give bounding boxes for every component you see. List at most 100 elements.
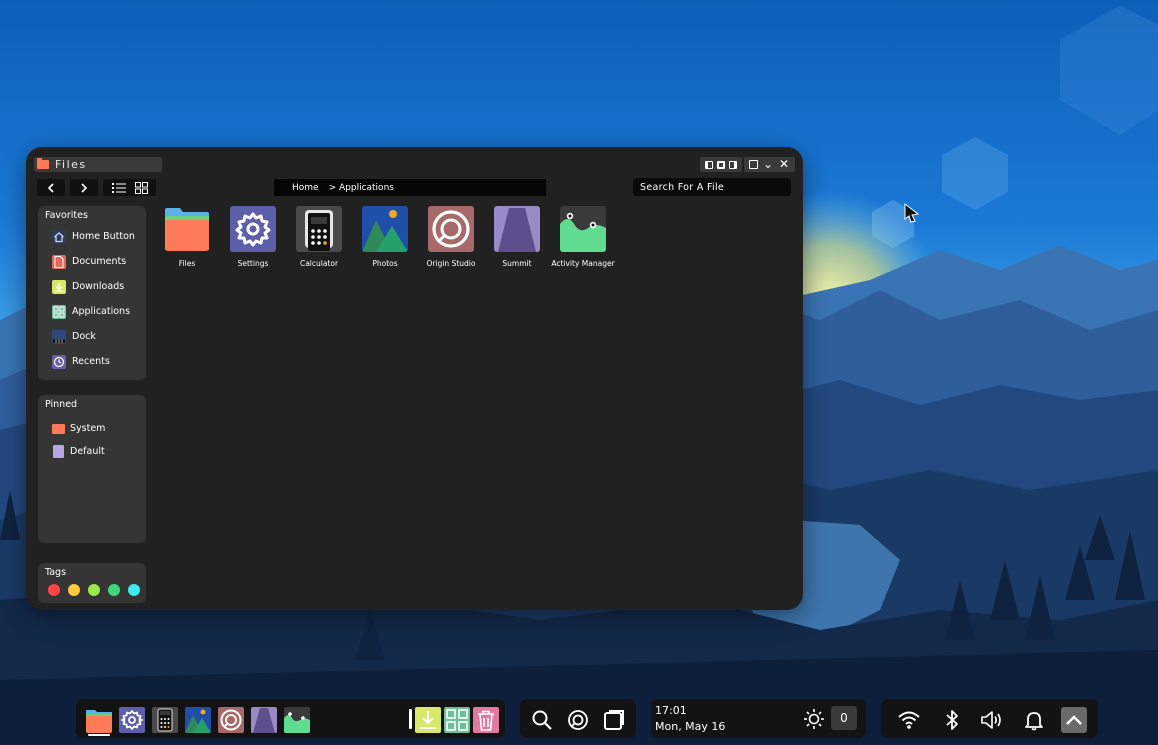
tag-red[interactable] bbox=[48, 584, 60, 596]
folder-icon bbox=[52, 423, 65, 434]
sidebar-item-applications[interactable]: Applications bbox=[38, 299, 146, 324]
dock-origin-studio[interactable] bbox=[218, 707, 244, 733]
origin-icon bbox=[568, 710, 588, 730]
windows-overview-button[interactable] bbox=[601, 707, 627, 733]
app-files[interactable]: Files bbox=[154, 206, 220, 268]
files-app-icon bbox=[164, 206, 210, 252]
chevron-up-icon bbox=[1066, 715, 1082, 725]
sidebar-item-label: Applications bbox=[72, 306, 131, 317]
calculator-app-icon bbox=[157, 708, 173, 732]
dock-summit[interactable] bbox=[251, 707, 277, 733]
notifications-button[interactable] bbox=[1021, 707, 1047, 733]
app-label: Activity Manager bbox=[551, 259, 615, 268]
dock-calculator[interactable] bbox=[152, 707, 178, 733]
chevron-right-icon bbox=[81, 182, 88, 193]
dock-files[interactable] bbox=[86, 707, 112, 733]
dock-icon bbox=[52, 329, 66, 344]
clock-time: 17:01 bbox=[655, 704, 687, 717]
recents-icon bbox=[52, 354, 66, 369]
documents-icon bbox=[52, 254, 66, 269]
snap-center-icon[interactable] bbox=[717, 160, 725, 169]
system-tray bbox=[881, 699, 1098, 738]
sidebar-item-dock[interactable]: Dock bbox=[38, 324, 146, 349]
downloads-icon bbox=[52, 279, 66, 294]
dock-photos[interactable] bbox=[185, 707, 211, 733]
window-buttons: ⌄ ✕ bbox=[744, 157, 795, 172]
wifi-button[interactable] bbox=[896, 707, 922, 733]
dock-separator bbox=[409, 709, 412, 729]
window-title: Files bbox=[55, 158, 87, 171]
sidebar-item-label: Dock bbox=[72, 331, 96, 342]
photos-app-icon bbox=[185, 709, 211, 733]
dock-applications[interactable] bbox=[444, 707, 470, 733]
sidebar-item-label: Documents bbox=[72, 256, 127, 267]
pinned-item-system[interactable]: System bbox=[38, 417, 146, 440]
sidebar-item-home[interactable]: Home Button bbox=[38, 224, 146, 249]
minimize-chevron-icon[interactable]: ⌄ bbox=[762, 157, 774, 172]
search-button[interactable] bbox=[529, 707, 555, 733]
applications-icon bbox=[52, 304, 66, 319]
app-photos[interactable]: Photos bbox=[352, 206, 418, 268]
app-activity-manager[interactable]: Activity Manager bbox=[550, 206, 616, 268]
sun-icon bbox=[804, 709, 824, 729]
dock-settings[interactable] bbox=[119, 707, 145, 733]
sidebar-item-documents[interactable]: Documents bbox=[38, 249, 146, 274]
applications-icon bbox=[446, 709, 468, 731]
breadcrumb-home[interactable]: Home bbox=[292, 183, 319, 193]
app-label: Calculator bbox=[299, 259, 339, 268]
tag-cyan[interactable] bbox=[128, 584, 140, 596]
list-view-icon[interactable] bbox=[111, 182, 126, 193]
volume-button[interactable] bbox=[979, 707, 1005, 733]
home-icon bbox=[52, 229, 66, 244]
favorites-panel: Favorites Home Button Documents Download… bbox=[38, 206, 146, 380]
breadcrumb: Home > Applications bbox=[274, 179, 546, 196]
origin-button[interactable] bbox=[565, 707, 591, 733]
taskbar-tools bbox=[520, 699, 636, 738]
window-overview-icon bbox=[604, 710, 624, 730]
tag-yellow[interactable] bbox=[68, 584, 80, 596]
dock-activity-manager[interactable] bbox=[284, 707, 310, 733]
summit-app-icon bbox=[494, 206, 540, 252]
breadcrumb-current[interactable]: > Applications bbox=[329, 183, 394, 193]
app-grid: Files Settings Calculator Photos Origin … bbox=[154, 206, 616, 268]
summit-app-icon bbox=[253, 708, 275, 733]
origin-studio-app-icon bbox=[220, 709, 242, 731]
forward-button[interactable] bbox=[70, 179, 98, 196]
app-label: Summit bbox=[502, 259, 532, 268]
files-app-icon bbox=[86, 710, 112, 733]
pinned-item-default[interactable]: Default bbox=[38, 440, 146, 463]
window-title-bar[interactable]: Files bbox=[34, 157, 162, 172]
taskbar-clock: 17:01 Mon, May 16 0 bbox=[651, 699, 866, 738]
grid-view-icon[interactable] bbox=[134, 181, 148, 194]
pinned-title: Pinned bbox=[45, 399, 78, 410]
tag-lime[interactable] bbox=[88, 584, 100, 596]
sidebar-item-downloads[interactable]: Downloads bbox=[38, 274, 146, 299]
tray-expand-button[interactable] bbox=[1061, 707, 1087, 733]
app-calculator[interactable]: Calculator bbox=[286, 206, 352, 268]
clock-date: Mon, May 16 bbox=[655, 720, 726, 733]
chevron-left-icon bbox=[47, 182, 54, 193]
sidebar-item-recents[interactable]: Recents bbox=[38, 349, 146, 374]
close-icon[interactable]: ✕ bbox=[778, 157, 790, 172]
pinned-panel: Pinned System Default bbox=[38, 395, 146, 543]
dock-downloads[interactable] bbox=[415, 707, 441, 733]
sidebar-item-label: Home Button bbox=[72, 231, 135, 242]
volume-icon bbox=[981, 711, 1001, 729]
maximize-icon[interactable] bbox=[749, 160, 758, 169]
app-origin-studio[interactable]: Origin Studio bbox=[418, 206, 484, 268]
app-label: Photos bbox=[372, 259, 398, 268]
tag-green[interactable] bbox=[108, 584, 120, 596]
snap-right-icon[interactable] bbox=[729, 160, 737, 169]
snap-left-icon[interactable] bbox=[705, 160, 713, 169]
dock-trash[interactable] bbox=[473, 707, 499, 733]
app-summit[interactable]: Summit bbox=[484, 206, 550, 268]
pinned-item-label: System bbox=[70, 423, 106, 434]
brightness-button[interactable] bbox=[801, 706, 827, 732]
bluetooth-button[interactable] bbox=[939, 707, 965, 733]
search-input[interactable]: Search For A File bbox=[633, 178, 791, 196]
window-controls: ⌄ ✕ bbox=[700, 157, 795, 172]
photos-app-icon bbox=[362, 206, 408, 252]
back-button[interactable] bbox=[37, 179, 65, 196]
app-settings[interactable]: Settings bbox=[220, 206, 286, 268]
view-toggle bbox=[103, 179, 156, 196]
